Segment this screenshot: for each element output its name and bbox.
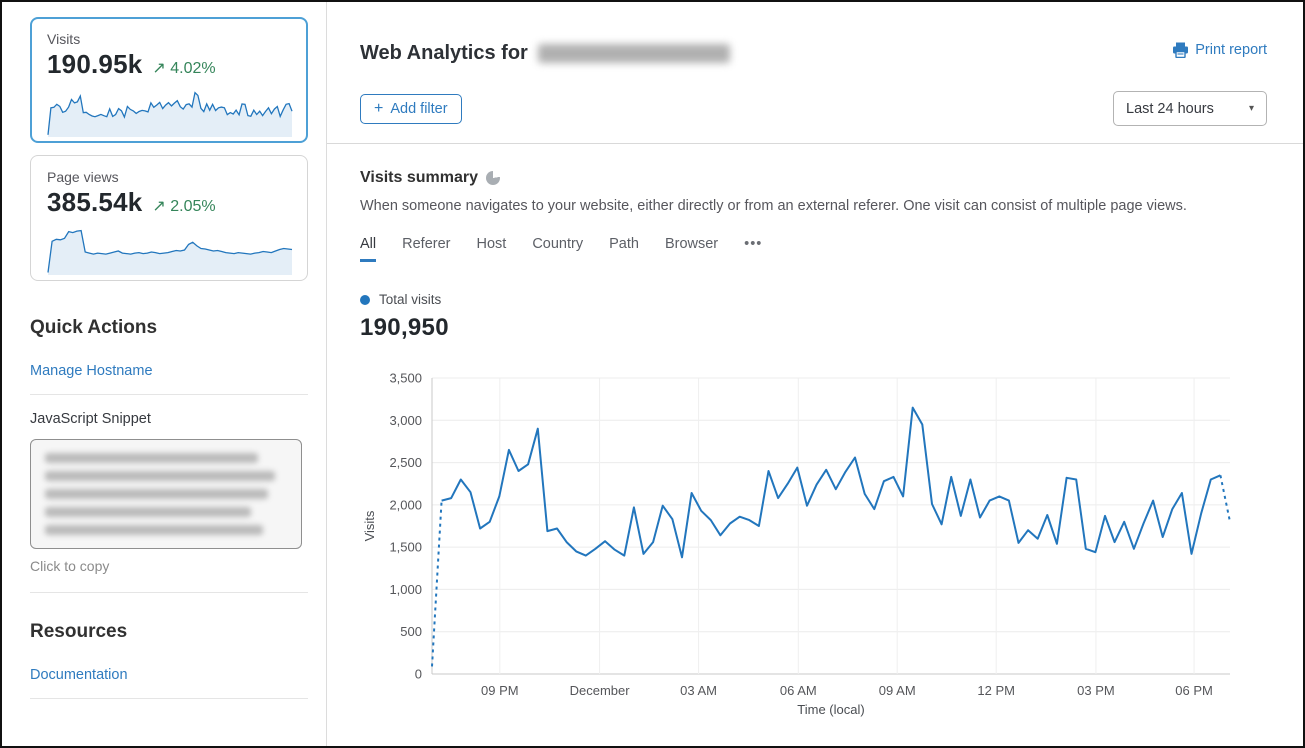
- help-icon[interactable]: [486, 171, 500, 185]
- print-report-link[interactable]: Print report: [1172, 42, 1267, 58]
- quick-actions-title: Quick Actions: [30, 317, 308, 339]
- chart-legend: Total visits: [360, 292, 1267, 307]
- metric-label: Visits: [47, 31, 291, 47]
- add-filter-button[interactable]: + Add filter: [360, 94, 462, 124]
- svg-text:2,500: 2,500: [389, 455, 422, 470]
- metric-delta: ↗ 4.02%: [152, 58, 215, 78]
- metric-value: 385.54k: [47, 187, 142, 218]
- tab-all[interactable]: All: [360, 236, 376, 262]
- metric-card-page-views[interactable]: Page views 385.54k ↗ 2.05%: [30, 155, 308, 281]
- redacted-code-line: [45, 453, 258, 463]
- divider: [30, 394, 308, 395]
- svg-text:December: December: [570, 683, 631, 698]
- redacted-code-line: [45, 525, 263, 535]
- svg-text:03 PM: 03 PM: [1077, 683, 1115, 698]
- visits-line-chart: 0 500 1,000 1,500 2,000 2,500 3,000 3,500 09 PM D…: [360, 368, 1240, 720]
- metric-delta: ↗ 2.05%: [152, 196, 215, 216]
- svg-text:0: 0: [415, 667, 422, 682]
- time-range-dropdown[interactable]: Last 24 hours ▾: [1113, 91, 1267, 126]
- redacted-domain: [538, 44, 730, 63]
- svg-text:12 PM: 12 PM: [977, 683, 1015, 698]
- svg-text:1,500: 1,500: [389, 540, 422, 555]
- svg-text:2,000: 2,000: [389, 497, 422, 512]
- svg-text:09 AM: 09 AM: [879, 683, 916, 698]
- main-content: Web Analytics for Print report + A: [327, 2, 1303, 746]
- sidebar: Visits 190.95k ↗ 4.02% Page views 385.54…: [2, 2, 327, 746]
- legend-dot-icon: [360, 295, 370, 305]
- tab-path[interactable]: Path: [609, 236, 639, 262]
- visits-sparkline: [47, 86, 293, 138]
- resources-title: Resources: [30, 621, 308, 643]
- metric-value: 190.95k: [47, 49, 142, 80]
- svg-text:06 PM: 06 PM: [1175, 683, 1213, 698]
- visits-summary-description: When someone navigates to your website, …: [360, 198, 1267, 214]
- tab-referer[interactable]: Referer: [402, 236, 450, 262]
- svg-text:09 PM: 09 PM: [481, 683, 519, 698]
- svg-text:Visits: Visits: [362, 510, 377, 541]
- page-views-sparkline: [47, 224, 293, 276]
- metric-card-visits[interactable]: Visits 190.95k ↗ 4.02%: [30, 17, 308, 143]
- divider: [30, 698, 308, 699]
- trend-up-icon: ↗: [152, 60, 165, 77]
- printer-icon: [1172, 42, 1189, 58]
- metric-label: Page views: [47, 169, 291, 185]
- add-filter-label: Add filter: [390, 101, 447, 117]
- click-to-copy-hint: Click to copy: [30, 558, 308, 574]
- redacted-code-line: [45, 471, 275, 481]
- svg-text:3,500: 3,500: [389, 371, 422, 386]
- visits-summary-section: Visits summary When someone navigates to…: [360, 144, 1267, 725]
- page-title: Web Analytics for: [360, 42, 730, 65]
- tab-more-ellipsis[interactable]: •••: [744, 236, 762, 262]
- svg-text:Time (local): Time (local): [797, 702, 864, 717]
- tab-host[interactable]: Host: [476, 236, 506, 262]
- redacted-code-line: [45, 507, 251, 517]
- visits-summary-title: Visits summary: [360, 169, 478, 187]
- svg-text:500: 500: [400, 624, 422, 639]
- javascript-snippet-label: JavaScript Snippet: [30, 411, 308, 427]
- print-report-label: Print report: [1195, 42, 1267, 58]
- redacted-code-line: [45, 489, 268, 499]
- javascript-snippet-box[interactable]: [30, 439, 302, 549]
- manage-hostname-link[interactable]: Manage Hostname: [30, 363, 153, 379]
- documentation-link[interactable]: Documentation: [30, 667, 128, 683]
- main-header: Web Analytics for Print report + A: [360, 2, 1267, 144]
- tab-browser[interactable]: Browser: [665, 236, 718, 262]
- svg-text:1,000: 1,000: [389, 582, 422, 597]
- legend-label: Total visits: [379, 292, 441, 307]
- app-window: Visits 190.95k ↗ 4.02% Page views 385.54…: [0, 0, 1305, 748]
- svg-text:06 AM: 06 AM: [780, 683, 817, 698]
- summary-tabs: All Referer Host Country Path Browser ••…: [360, 236, 1267, 262]
- visits-chart: 0 500 1,000 1,500 2,000 2,500 3,000 3,500 09 PM D…: [360, 368, 1267, 725]
- time-range-value: Last 24 hours: [1126, 101, 1214, 117]
- divider: [30, 592, 308, 593]
- tab-country[interactable]: Country: [532, 236, 583, 262]
- svg-text:03 AM: 03 AM: [680, 683, 717, 698]
- chevron-down-icon: ▾: [1249, 103, 1254, 114]
- trend-up-icon: ↗: [152, 198, 165, 215]
- total-visits-value: 190,950: [360, 314, 1267, 342]
- svg-text:3,000: 3,000: [389, 413, 422, 428]
- plus-icon: +: [374, 101, 383, 117]
